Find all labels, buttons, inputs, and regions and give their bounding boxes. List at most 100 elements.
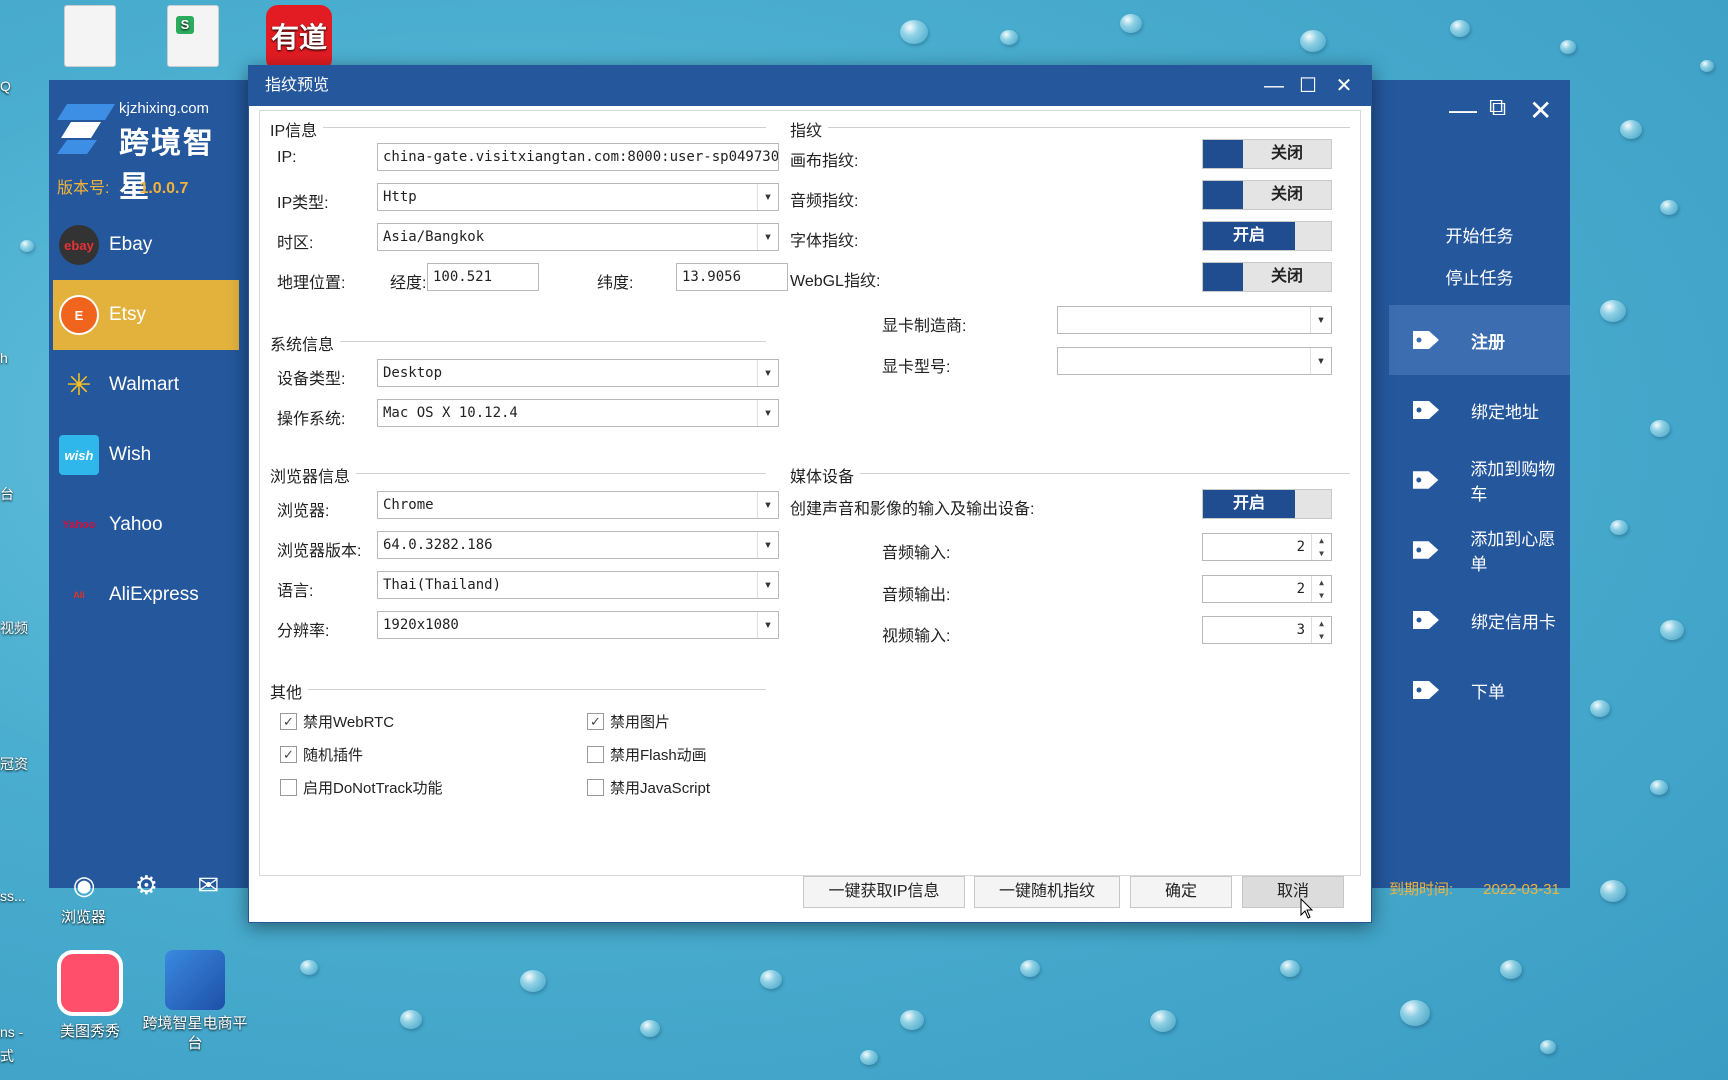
task-item-order[interactable]: 下单 [1389, 655, 1570, 725]
stepper-arrows-icon[interactable]: ▲ ▼ [1311, 534, 1331, 560]
expiry-info: 到期时间: 2022-03-31 [1389, 878, 1570, 899]
minimize-icon[interactable]: — [1449, 94, 1477, 126]
edge-label: ns - [0, 1024, 24, 1040]
water-droplet [1450, 20, 1470, 37]
resolution-select[interactable]: 1920x1080 [377, 611, 779, 639]
task-item-add-wishlist[interactable]: 添加到心愿单 [1389, 515, 1570, 585]
close-icon[interactable]: ✕ [1529, 94, 1552, 127]
dialog-body: IP信息 IP: china-gate.visitxiangtan.com:80… [259, 110, 1361, 876]
water-droplet [1150, 1010, 1176, 1033]
edge-label: h [0, 350, 8, 366]
kjzx-logo-icon [165, 950, 225, 1010]
video-in-stepper[interactable]: 3 ▲ ▼ [1202, 616, 1332, 644]
cancel-button[interactable]: 取消 [1242, 876, 1344, 908]
logo-url: kjzhixing.com [119, 100, 210, 117]
confirm-button[interactable]: 确定 [1130, 876, 1232, 908]
platform-item-ebay[interactable]: ebay Ebay [53, 210, 239, 280]
tag-icon [1412, 541, 1439, 559]
ip-type-select[interactable]: Http [377, 183, 779, 211]
longitude-input[interactable]: 100.521 [427, 263, 539, 291]
water-droplet [1610, 520, 1628, 536]
task-label: 绑定地址 [1471, 402, 1539, 422]
font-toggle[interactable]: 开启 [1202, 221, 1332, 251]
platform-item-wish[interactable]: wish Wish [53, 420, 239, 490]
latitude-input[interactable]: 13.9056 [676, 263, 788, 291]
dialog-title: 指纹预览 [265, 77, 330, 94]
canvas-toggle[interactable]: 关闭 [1202, 139, 1332, 169]
audio-in-stepper[interactable]: 2 ▲ ▼ [1202, 533, 1332, 561]
task-label: 添加到购物车 [1470, 460, 1556, 504]
stepper-arrows-icon[interactable]: ▲ ▼ [1311, 576, 1331, 602]
checkbox-random-plugins[interactable]: ✓ 随机插件 [280, 744, 363, 765]
checkbox-disable-flash[interactable]: 禁用Flash动画 [587, 744, 707, 765]
tag-icon [1413, 611, 1439, 629]
gpu-vendor-select[interactable] [1057, 306, 1332, 334]
webgl-label: WebGL指纹: [790, 273, 881, 290]
gpu-model-select[interactable] [1057, 347, 1332, 375]
edge-label: 视频 [0, 620, 28, 636]
audio-toggle[interactable]: 关闭 [1202, 180, 1332, 210]
stepper-arrows-icon[interactable]: ▲ ▼ [1311, 617, 1331, 643]
device-select[interactable]: Desktop [377, 359, 779, 387]
language-label: 语言: [277, 583, 314, 600]
os-select[interactable]: Mac OS X 10.12.4 [377, 399, 779, 427]
desktop-icon-html[interactable] [45, 5, 135, 71]
desktop-icon-kjzx[interactable]: 跨境智星电商平台 [140, 950, 250, 1054]
get-ip-info-button[interactable]: 一键获取IP信息 [803, 876, 965, 908]
popout-icon[interactable]: ⧉ [1489, 94, 1506, 122]
timezone-select[interactable]: Asia/Bangkok [377, 223, 779, 251]
browser-version-select[interactable]: 64.0.3282.186 [377, 531, 779, 559]
checkbox-label: 禁用Flash动画 [610, 747, 707, 764]
task-item-bind-card[interactable]: 绑定信用卡 [1389, 585, 1570, 655]
ip-label: IP: [277, 149, 297, 166]
mail-icon[interactable]: ✉ [197, 870, 219, 901]
checkbox-dnt[interactable]: 启用DoNotTrack功能 [280, 777, 442, 798]
browser-label: 浏览器 [61, 909, 107, 926]
toggle-state: 开启 [1203, 490, 1295, 518]
gpu-model-label: 显卡型号: [882, 359, 951, 376]
browser-globe-icon[interactable]: ◉ [73, 870, 96, 901]
checkbox-disable-js[interactable]: 禁用JavaScript [587, 777, 710, 798]
dialog-maximize-icon[interactable]: ☐ [1291, 66, 1325, 106]
section-browser: 浏览器信息 [270, 463, 357, 487]
section-system: 系统信息 [270, 331, 341, 355]
html-file-icon [64, 5, 116, 67]
toggle-knob [1203, 181, 1243, 209]
mouse-cursor-icon [1300, 898, 1314, 919]
random-fingerprint-button[interactable]: 一键随机指纹 [974, 876, 1120, 908]
task-item-bind-address[interactable]: 绑定地址 [1389, 375, 1570, 445]
audio-out-stepper[interactable]: 2 ▲ ▼ [1202, 575, 1332, 603]
desktop-icon-meitu[interactable]: 美图秀秀 [45, 950, 135, 1041]
platform-item-etsy[interactable]: E Etsy [53, 280, 239, 350]
resolution-label: 分辨率: [277, 623, 330, 640]
media-create-toggle[interactable]: 开启 [1202, 489, 1332, 519]
water-droplet [1660, 200, 1678, 216]
browser-label: 浏览器: [277, 503, 330, 520]
language-select[interactable]: Thai(Thailand) [377, 571, 779, 599]
task-label: 注册 [1471, 332, 1505, 352]
webgl-toggle[interactable]: 关闭 [1202, 262, 1332, 292]
ip-input[interactable]: china-gate.visitxiangtan.com:8000:user-s… [377, 143, 779, 171]
checkbox-disable-images[interactable]: ✓ 禁用图片 [587, 711, 670, 732]
expire-date: 2022-03-31 [1483, 881, 1560, 898]
toggle-state: 开启 [1203, 222, 1295, 250]
task-item-add-cart[interactable]: 添加到购物车 [1389, 445, 1570, 515]
dialog-close-icon[interactable]: ✕ [1327, 66, 1361, 106]
stop-task-button[interactable]: 停止任务 [1389, 264, 1570, 289]
stepper-value: 2 [1296, 581, 1305, 597]
settings-gear-icon[interactable]: ⚙ [135, 870, 158, 901]
dialog-minimize-icon[interactable]: — [1257, 66, 1291, 106]
edge-label: 式 [0, 1048, 14, 1064]
task-item-register[interactable]: 注册 [1389, 305, 1570, 375]
platform-item-walmart[interactable]: ✳ Walmart [53, 350, 239, 420]
ebay-icon: ebay [59, 225, 99, 265]
desktop-icon-sheet[interactable]: S [148, 5, 238, 71]
checkbox-label: 禁用JavaScript [610, 780, 711, 797]
platform-item-aliexpress[interactable]: Ali AliExpress [53, 560, 239, 630]
browser-select[interactable]: Chrome [377, 491, 779, 519]
platform-item-yahoo[interactable]: Yahoo Yahoo [53, 490, 239, 560]
checkbox-disable-webrtc[interactable]: ✓ 禁用WebRTC [280, 711, 394, 732]
start-task-button[interactable]: 开始任务 [1389, 222, 1570, 247]
version-label: 版本号: [57, 180, 110, 197]
device-label: 设备类型: [277, 371, 346, 388]
